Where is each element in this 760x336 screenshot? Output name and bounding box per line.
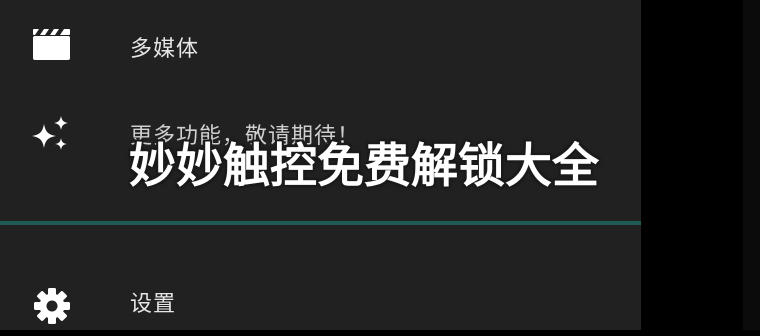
drawer-divider xyxy=(0,221,641,225)
clapperboard-icon xyxy=(30,24,74,68)
drawer-item-label: 设置 xyxy=(130,292,177,317)
drawer-item-settings[interactable]: 设置 xyxy=(0,272,641,336)
overlay-title: 妙妙触控免费解锁大全 xyxy=(129,139,599,194)
screen-edge xyxy=(743,0,760,330)
drawer-item-multimedia[interactable]: 多媒体 xyxy=(0,16,641,80)
drawer-item-label: 多媒体 xyxy=(130,37,200,62)
sparkles-icon xyxy=(30,112,74,156)
gear-icon xyxy=(30,284,74,328)
